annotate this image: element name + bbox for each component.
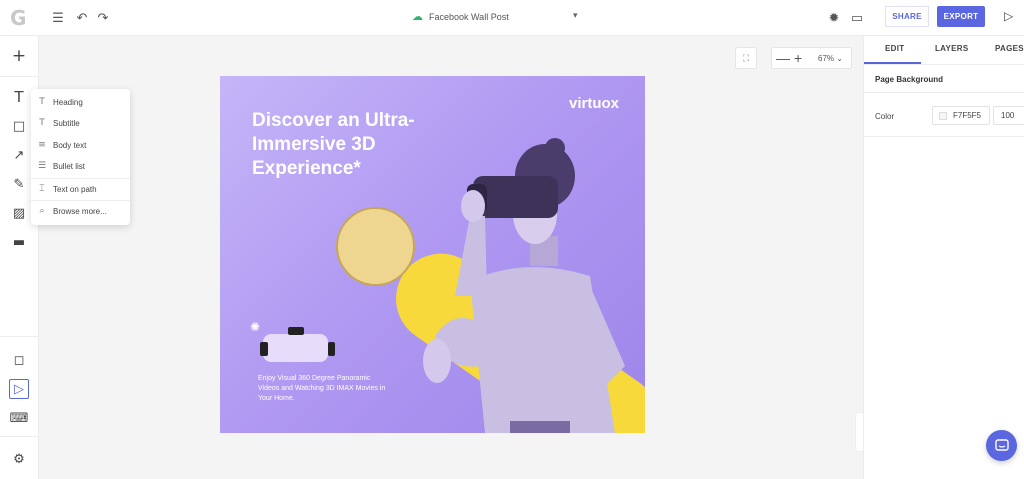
redo-icon[interactable]: ↷ (94, 9, 112, 27)
share-button[interactable]: SHARE (885, 6, 929, 27)
menu-item-label: Text on path (53, 184, 97, 194)
frame-icon[interactable]: ◻ (9, 350, 29, 370)
circle-shape[interactable] (336, 207, 415, 286)
zoom-in-button[interactable]: + (794, 50, 802, 66)
document-title[interactable]: ☁ Facebook Wall Post (412, 10, 509, 23)
tab-layers[interactable]: LAYERS (935, 44, 969, 53)
text-menu: T Heading T Subtitle ≡ Body text ☰ Bulle… (31, 89, 130, 225)
search-icon: ⌕ (39, 206, 45, 216)
comment-icon[interactable]: ▭ (848, 9, 866, 27)
shape-icon[interactable]: □ (9, 116, 29, 136)
subtitle-icon: T (39, 118, 45, 128)
zoom-out-button[interactable]: — (776, 50, 790, 66)
menu-item-label: Heading (53, 97, 83, 107)
toolbar-divider (0, 336, 39, 337)
zoom-control: — + 67% ⌄ (771, 47, 852, 69)
body-text-icon: ≡ (38, 140, 46, 150)
design-brand[interactable]: virtuox (569, 95, 619, 112)
menu-icon[interactable]: ☰ (49, 9, 67, 27)
heading-icon: T (39, 97, 45, 107)
chat-icon (994, 438, 1009, 451)
tab-pages[interactable]: PAGES (995, 44, 1024, 53)
sparkle-icon: ✺ (250, 320, 261, 334)
toolbar-divider (0, 76, 39, 77)
menu-item-subtitle[interactable]: T Subtitle (31, 113, 130, 133)
top-bar: G ☰ ↶ ↷ ☁ Facebook Wall Post ▾ ✹ ▭ SHARE… (0, 0, 1024, 36)
undo-icon[interactable]: ↶ (73, 9, 91, 27)
add-icon[interactable]: + (9, 46, 29, 66)
design-canvas[interactable]: Discover an Ultra-Immersive 3D Experienc… (220, 76, 645, 433)
color-input[interactable]: F7F5F5 (932, 106, 990, 125)
select-icon[interactable]: ▷ (9, 379, 29, 399)
vr-headset-product-image[interactable] (260, 326, 335, 366)
menu-item-label: Body text (53, 140, 87, 150)
menu-item-heading[interactable]: T Heading (31, 92, 130, 112)
component-icon[interactable]: ▬ (9, 232, 29, 252)
text-icon[interactable]: T (9, 87, 29, 107)
color-value: F7F5F5 (953, 111, 982, 120)
section-divider (864, 136, 1024, 137)
play-icon[interactable]: ▷ (1004, 9, 1013, 23)
line-icon[interactable]: ↗ (9, 145, 29, 165)
fit-screen-icon[interactable]: ⛶ (735, 47, 757, 69)
bullet-list-icon: ☰ (37, 161, 47, 171)
pen-icon[interactable]: ✎ (9, 174, 29, 194)
cloud-saved-icon: ☁ (412, 11, 423, 23)
document-title-text: Facebook Wall Post (429, 11, 509, 22)
section-divider (864, 92, 1024, 93)
settings-icon[interactable]: ⚙ (9, 449, 29, 469)
zoom-level[interactable]: 67% ⌄ (818, 54, 843, 63)
person-vr-image[interactable] (415, 136, 645, 433)
color-swatch[interactable] (939, 111, 947, 120)
toolbar-divider (0, 436, 39, 437)
menu-item-label: Subtitle (53, 118, 80, 128)
app-logo[interactable]: G (10, 6, 30, 30)
menu-item-bullet-list[interactable]: ☰ Bullet list (31, 156, 130, 176)
color-label: Color (875, 112, 895, 121)
theme-icon[interactable]: ✹ (825, 9, 843, 27)
right-panel: EDIT LAYERS PAGES Page Background Color … (863, 36, 1024, 479)
tabs-divider (864, 64, 1024, 65)
menu-item-label: Bullet list (53, 161, 86, 171)
tab-edit[interactable]: EDIT (885, 44, 904, 53)
menu-item-browse-more[interactable]: ⌕ Browse more... (31, 201, 130, 221)
image-icon[interactable]: ▨ (9, 203, 29, 223)
chat-support-button[interactable] (986, 430, 1017, 461)
menu-item-text-on-path[interactable]: ⌶ Text on path (31, 179, 130, 199)
export-button[interactable]: EXPORT (937, 6, 985, 27)
text-on-path-icon: ⌶ (39, 184, 45, 194)
menu-item-body-text[interactable]: ≡ Body text (31, 135, 130, 155)
section-title: Page Background (875, 75, 944, 84)
keyboard-icon[interactable]: ⌨ (9, 408, 29, 428)
opacity-input[interactable]: 100 (993, 106, 1024, 125)
panel-collapse-handle[interactable] (855, 412, 863, 452)
menu-item-label: Browse more... (53, 206, 107, 216)
chevron-down-icon[interactable]: ▾ (573, 10, 578, 21)
design-body-text[interactable]: Enjoy Visual 360 Degree Panoramic Videos… (258, 374, 388, 404)
zoom-level-value: 67% (818, 54, 835, 63)
